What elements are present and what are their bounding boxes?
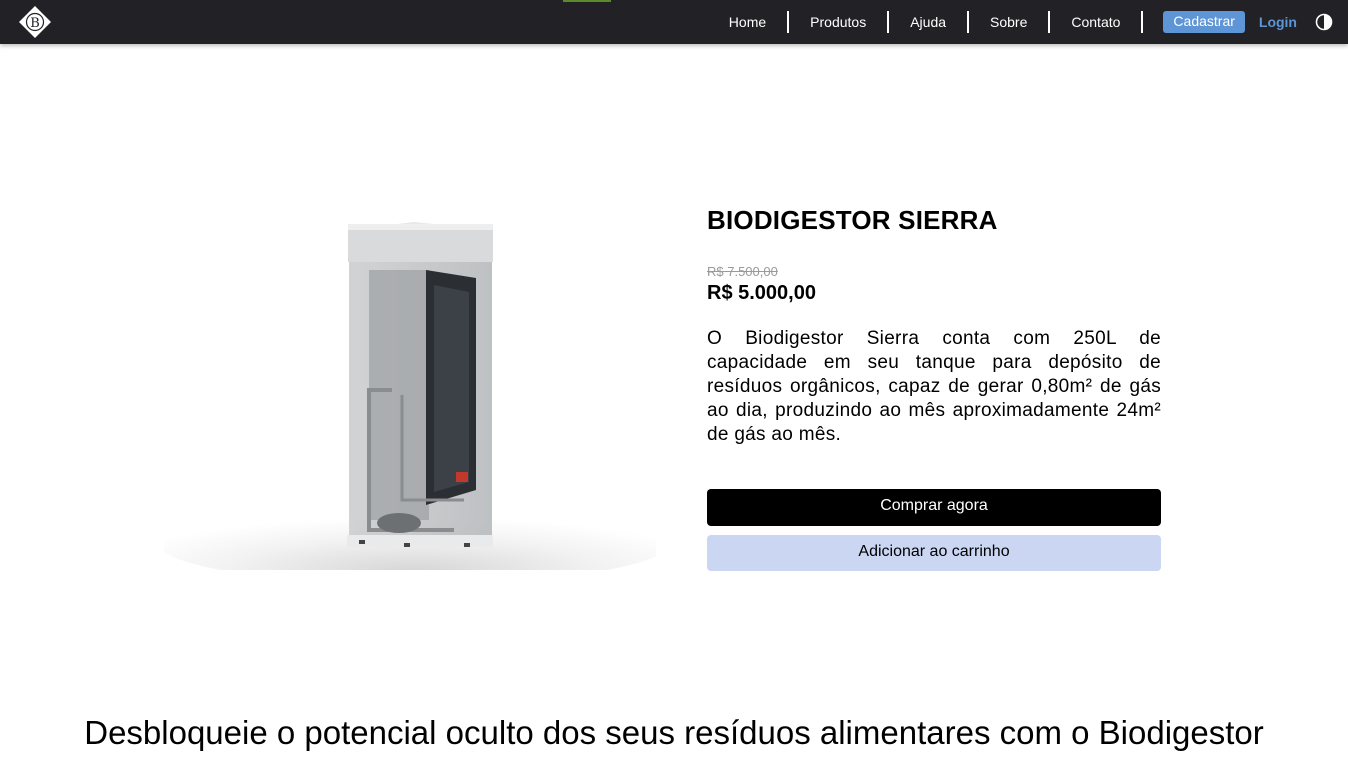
contrast-icon[interactable] bbox=[1315, 13, 1333, 31]
nav-ajuda[interactable]: Ajuda bbox=[889, 11, 970, 33]
nav-produtos[interactable]: Produtos bbox=[789, 11, 890, 33]
product-image bbox=[164, 200, 656, 570]
add-to-cart-button[interactable]: Adicionar ao carrinho bbox=[707, 535, 1161, 571]
nav-contato[interactable]: Contato bbox=[1050, 11, 1144, 33]
product-title: BIODIGESTOR SIERRA bbox=[707, 205, 998, 235]
buy-now-button[interactable]: Comprar agora bbox=[707, 489, 1161, 526]
product-info: BIODIGESTOR SIERRA R$ 7.500,00 R$ 5.000,… bbox=[707, 205, 1161, 447]
old-price: R$ 7.500,00 bbox=[707, 264, 778, 279]
signup-button[interactable]: Cadastrar bbox=[1163, 11, 1245, 33]
login-link[interactable]: Login bbox=[1259, 11, 1297, 33]
nav-home[interactable]: Home bbox=[708, 11, 790, 33]
section-heading: Desbloqueie o potencial oculto dos seus … bbox=[84, 714, 1264, 751]
product-description: O Biodigestor Sierra conta com 250L de c… bbox=[707, 328, 1161, 445]
logo-icon[interactable]: B bbox=[18, 5, 52, 39]
navbar: B Home Produtos Ajuda Sobre Contato Cada… bbox=[0, 0, 1348, 44]
nav-links: Home Produtos Ajuda Sobre Contato Cadast… bbox=[708, 0, 1348, 44]
nav-sobre[interactable]: Sobre bbox=[969, 11, 1051, 33]
nav-accent-strip bbox=[563, 0, 611, 2]
current-price: R$ 5.000,00 bbox=[707, 282, 816, 304]
svg-text:B: B bbox=[30, 16, 40, 31]
